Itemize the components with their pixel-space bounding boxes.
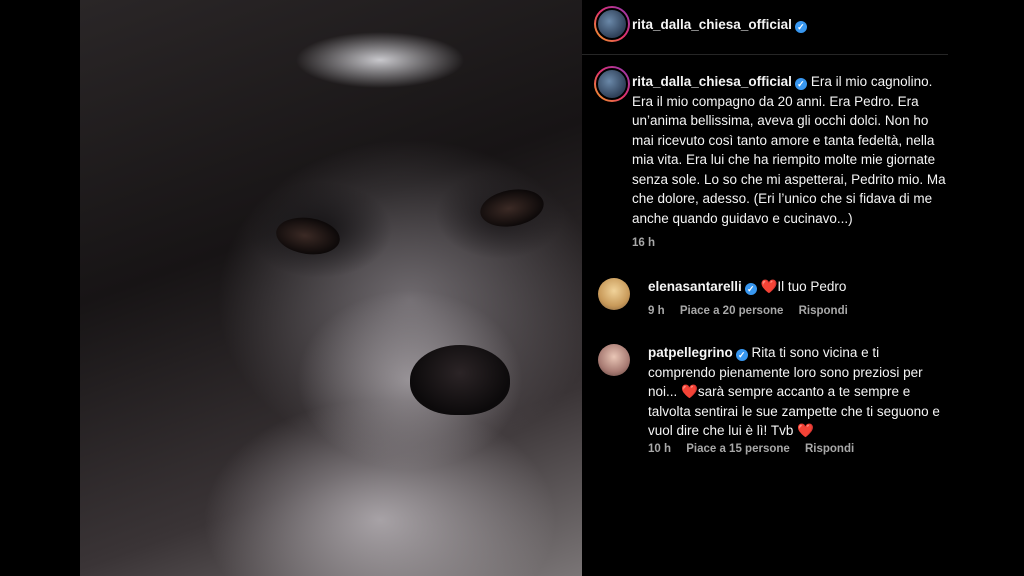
post-caption: rita_dalla_chiesa_official ✓ Era il mio ca…: [632, 72, 948, 254]
verified-badge-icon: ✓: [744, 283, 757, 295]
comment-username[interactable]: patpellegrino: [648, 345, 733, 360]
caption-author-username[interactable]: rita_dalla_chiesa_official: [632, 74, 792, 89]
comment-time[interactable]: 10 h: [648, 443, 671, 455]
author-username[interactable]: rita_dalla_chiesa_official: [632, 17, 792, 32]
comment-text: Il tuo Pedro: [777, 279, 847, 294]
reply-button[interactable]: Rispondi: [805, 443, 854, 455]
caption-text: Era il mio cagnolino. Era il mio compagn…: [632, 74, 946, 226]
caption-timestamp[interactable]: 16 h: [632, 234, 948, 254]
heart-emoji-icon: ❤️: [681, 384, 698, 399]
author-avatar[interactable]: [594, 6, 630, 42]
comment-meta: 10 h Piace a 15 persone Rispondi: [648, 443, 866, 455]
dog-nose: [410, 345, 510, 415]
post-side-panel: rita_dalla_chiesa_official ✓ rita_dalla_c…: [582, 0, 948, 576]
comment-time[interactable]: 9 h: [648, 305, 665, 317]
verified-badge-icon: ✓: [794, 78, 807, 90]
post-photo[interactable]: [80, 0, 582, 576]
comment-meta: 9 h Piace a 20 persone Rispondi: [648, 305, 860, 317]
verified-badge-icon: ✓: [794, 21, 807, 33]
verified-badge-icon: ✓: [735, 349, 748, 361]
comment-patpellegrino: patpellegrino ✓ Rita ti sono vicina e ti …: [648, 343, 944, 441]
comment-avatar-elenasantarelli[interactable]: [598, 278, 630, 310]
heart-emoji-icon: ❤️: [760, 279, 778, 294]
comment-avatar-patpellegrino[interactable]: [598, 344, 630, 376]
header-divider: [582, 54, 948, 55]
comment-elenasantarelli: elenasantarelli ✓ ❤️Il tuo Pedro: [648, 277, 938, 297]
dog-eye-right: [477, 184, 547, 232]
reply-button[interactable]: Rispondi: [799, 305, 848, 317]
dog-eye-left: [273, 213, 343, 259]
heart-emoji-icon: ❤️: [797, 423, 814, 438]
comment-likes[interactable]: Piace a 15 persone: [686, 443, 790, 455]
comment-likes[interactable]: Piace a 20 persone: [680, 305, 784, 317]
comment-username[interactable]: elenasantarelli: [648, 279, 742, 294]
caption-author-avatar[interactable]: [594, 66, 630, 102]
post-header: rita_dalla_chiesa_official ✓: [632, 16, 807, 34]
